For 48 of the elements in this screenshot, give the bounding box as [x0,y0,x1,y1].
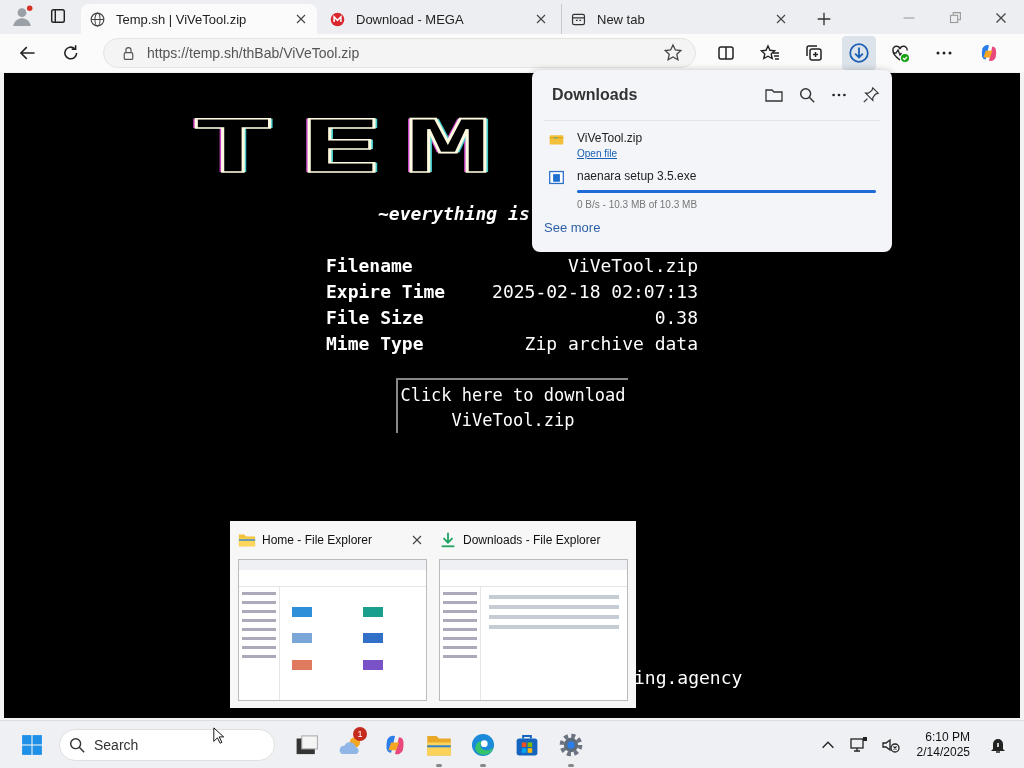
collections-icon[interactable] [804,43,824,63]
download-status: 0 B/s - 10.3 MB of 10.3 MB [577,199,699,210]
downloads-icon[interactable] [842,36,876,70]
open-file-link[interactable]: Open file [577,148,880,159]
network-icon[interactable] [848,734,869,755]
info-label: Filename [326,255,414,276]
download-link[interactable]: Click here to download ViVeTool.zip [396,378,628,433]
installer-icon [548,169,565,186]
browser-tab[interactable]: Download - MEGA [321,4,557,34]
info-label: Expire Time [326,281,447,302]
info-value: Zip archive data [523,333,698,354]
site-logo: TEM [190,118,513,176]
file-name[interactable]: naenara setup 3.5.exe [577,169,880,183]
panel-title: Downloads [552,86,639,104]
info-value: 0.38 [653,307,698,328]
browser-icon[interactable] [470,731,496,758]
globe-icon [89,10,106,28]
heartbeat-icon[interactable] [890,43,910,63]
star-icon[interactable] [663,43,683,63]
gear-icon[interactable] [558,731,584,758]
tab-actions-icon[interactable] [49,7,67,25]
profile-icon[interactable] [11,5,33,27]
window-title[interactable]: Downloads - File Explorer [463,533,628,547]
browser-tab[interactable]: Temp.sh | ViVeTool.zip [81,4,317,34]
clock-time[interactable]: 6:10 PM [925,729,970,745]
file-name[interactable]: ViVeTool.zip [577,131,880,145]
info-label: File Size [326,307,425,328]
address-bar[interactable]: https://temp.sh/thBab/ViVeTool.zip [102,38,696,68]
search-icon [68,735,86,754]
search-field[interactable]: Search [59,728,275,761]
start-icon[interactable] [21,733,43,756]
tagline: ~everything is [378,203,530,224]
search-icon[interactable] [798,86,816,104]
download-icon [439,531,457,549]
info-label: Mime Type [326,333,425,354]
window-preview-drawing[interactable] [238,559,427,701]
footer-text: ing.agency [634,667,743,688]
site-icon [329,10,346,28]
split-screen-icon[interactable] [716,43,736,63]
see-more-link[interactable]: See more [544,220,601,235]
notification-badge: 1 [353,726,367,741]
info-value: 2025-02-18 02:07:13 [491,281,698,302]
info-value: ViVeTool.zip [566,255,698,276]
clock-date[interactable]: 2/14/2025 [916,744,970,760]
window-title[interactable]: Home - File Explorer [262,533,403,547]
new-tab-icon[interactable] [815,10,833,28]
pin-icon[interactable] [862,86,880,104]
favorites-icon[interactable] [760,43,780,63]
